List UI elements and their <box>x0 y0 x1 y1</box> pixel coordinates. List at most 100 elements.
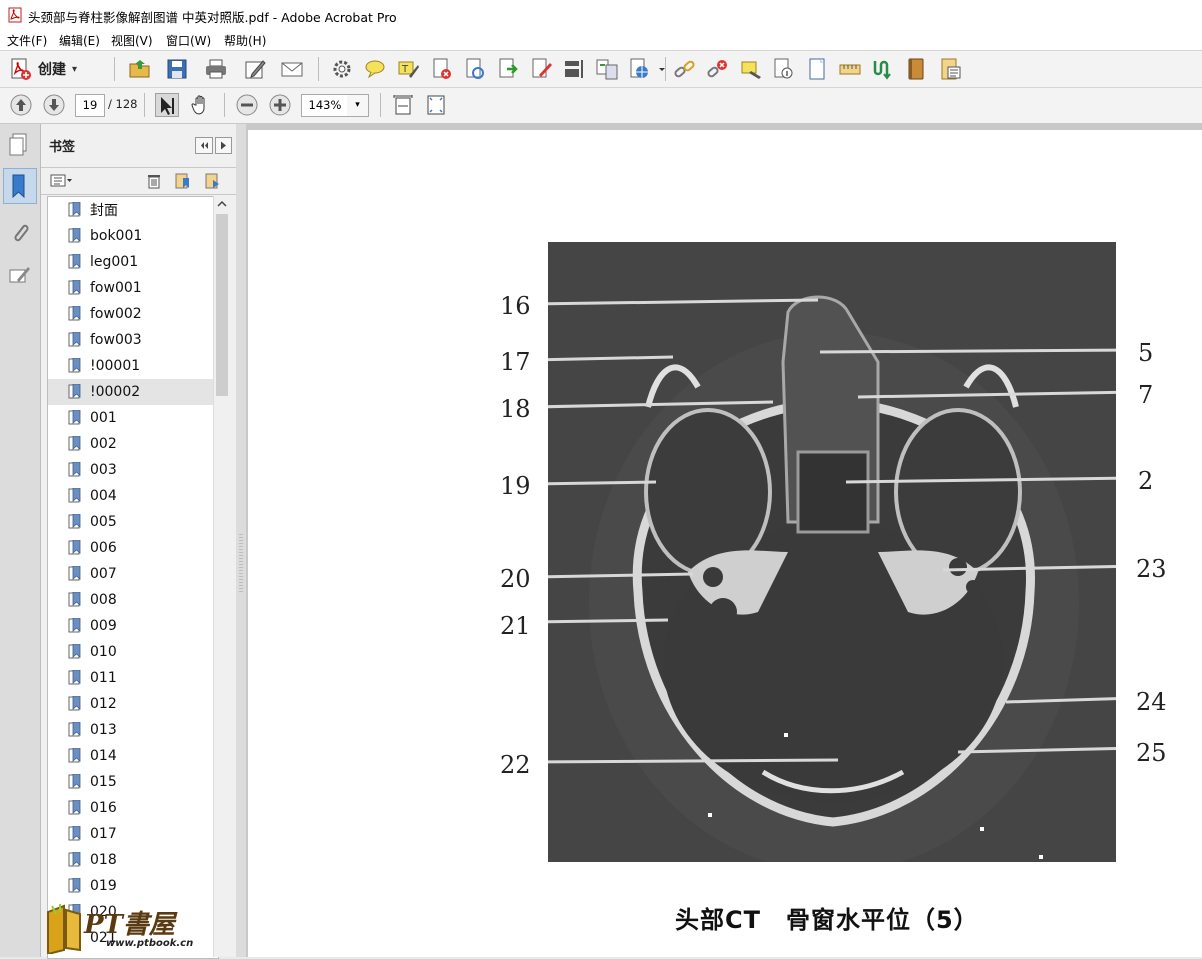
menu-window[interactable]: 窗口(W) <box>166 32 211 49</box>
select-tool-icon[interactable] <box>155 93 179 117</box>
chevron-down-icon[interactable] <box>650 57 665 81</box>
menu-file[interactable]: 文件(F) <box>7 32 47 49</box>
collapse-panel-icon[interactable] <box>195 137 213 154</box>
open-folder-icon[interactable] <box>128 57 152 81</box>
bookmark-item[interactable]: 016 <box>48 795 214 821</box>
bookmark-item[interactable]: fow002 <box>48 301 214 327</box>
bookmark-item[interactable]: 002 <box>48 431 214 457</box>
bookmark-label: fow003 <box>90 332 142 348</box>
ruler-icon[interactable] <box>838 57 862 81</box>
bookmark-item[interactable]: 011 <box>48 665 214 691</box>
link-icon[interactable] <box>673 57 697 81</box>
bookmark-item[interactable]: 005 <box>48 509 214 535</box>
document-view[interactable]: 16 17 18 19 20 21 22 5 7 2 23 24 25 头部CT… <box>246 124 1202 957</box>
bookmark-icon <box>68 748 81 763</box>
info-icon[interactable] <box>772 57 796 81</box>
previous-page-icon[interactable] <box>9 93 33 117</box>
email-icon[interactable] <box>280 57 304 81</box>
menu-view[interactable]: 视图(V) <box>111 32 153 49</box>
web-icon[interactable] <box>628 57 652 81</box>
expand-bookmark-icon[interactable] <box>204 172 222 190</box>
attachments-icon[interactable] <box>8 220 32 246</box>
bookmark-item[interactable]: leg001 <box>48 249 214 275</box>
scrollbar-thumb[interactable] <box>216 214 228 396</box>
menu-edit[interactable]: 编辑(E) <box>59 32 100 49</box>
bookmark-item[interactable]: 001 <box>48 405 214 431</box>
form-icon[interactable] <box>938 57 962 81</box>
settings-icon[interactable] <box>330 57 354 81</box>
comment-icon[interactable] <box>363 57 387 81</box>
bookmark-icon <box>68 644 81 659</box>
compare-icon[interactable] <box>595 57 619 81</box>
bookmark-item[interactable]: !00001 <box>48 353 214 379</box>
edit-icon[interactable] <box>243 57 267 81</box>
new-bookmark-icon[interactable] <box>174 172 192 190</box>
menu-help[interactable]: 帮助(H) <box>224 32 266 49</box>
bookmark-item[interactable]: 006 <box>48 535 214 561</box>
bookmark-label: 006 <box>90 540 117 556</box>
page-thumbnails-icon[interactable] <box>7 132 31 158</box>
scroll-up-icon[interactable] <box>214 196 230 212</box>
zoom-dropdown-button[interactable]: ▾ <box>347 94 369 117</box>
bookmark-label: 012 <box>90 696 117 712</box>
options-icon[interactable] <box>50 173 74 189</box>
page-icon[interactable] <box>805 57 829 81</box>
panel-options-arrow-icon[interactable] <box>215 137 232 154</box>
bookmark-label: 016 <box>90 800 117 816</box>
bookmark-item[interactable]: 019 <box>48 873 214 899</box>
highlight-icon[interactable]: T <box>396 57 420 81</box>
figure-caption: 头部CT 骨窗水平位（5） <box>675 906 979 934</box>
bookmark-label: 018 <box>90 852 117 868</box>
bookmark-item[interactable]: 009 <box>48 613 214 639</box>
refresh-icon[interactable] <box>463 57 487 81</box>
bookmark-icon <box>68 462 81 477</box>
bookmark-item[interactable]: 008 <box>48 587 214 613</box>
export-icon[interactable] <box>496 57 520 81</box>
bookmarks-panel-icon[interactable] <box>3 168 37 204</box>
bookmark-item[interactable]: 013 <box>48 717 214 743</box>
align-icon[interactable] <box>562 57 586 81</box>
bookmark-item[interactable]: fow001 <box>48 275 214 301</box>
next-page-icon[interactable] <box>42 93 66 117</box>
bookmark-scrollbar[interactable] <box>213 196 230 957</box>
bookmark-item[interactable]: bok001 <box>48 223 214 249</box>
bookmark-item[interactable]: 012 <box>48 691 214 717</box>
create-button[interactable]: 创建 ▾ <box>8 56 77 82</box>
bookmark-item[interactable]: fow003 <box>48 327 214 353</box>
bookmark-item[interactable]: 015 <box>48 769 214 795</box>
bookmark-item[interactable]: 003 <box>48 457 214 483</box>
hand-tool-icon[interactable] <box>189 93 213 117</box>
panel-splitter[interactable] <box>236 124 246 957</box>
bookmark-item[interactable]: 007 <box>48 561 214 587</box>
bookmark-item[interactable]: 封面 <box>48 197 214 223</box>
zoom-input[interactable]: 143% <box>301 94 349 117</box>
bookmark-item[interactable]: !00002 <box>48 379 214 405</box>
bookmark-item[interactable]: 014 <box>48 743 214 769</box>
zoom-out-icon[interactable] <box>235 93 259 117</box>
create-label: 创建 <box>38 62 66 78</box>
unlink-icon[interactable] <box>706 57 730 81</box>
trash-icon[interactable] <box>145 172 163 190</box>
watermark-logo-icon <box>47 904 81 954</box>
zoom-in-icon[interactable] <box>268 93 292 117</box>
bookmark-item[interactable]: 004 <box>48 483 214 509</box>
edit-text-icon[interactable] <box>529 57 553 81</box>
bookmark-icon <box>68 228 81 243</box>
save-icon[interactable] <box>165 57 189 81</box>
bookmark-item[interactable]: 010 <box>48 639 214 665</box>
watermark-url: www.ptbook.cn <box>106 938 194 949</box>
delete-icon[interactable] <box>430 57 454 81</box>
fit-width-icon[interactable] <box>391 93 415 117</box>
tool-icon[interactable] <box>871 57 895 81</box>
stamp-icon[interactable] <box>739 57 763 81</box>
toolbar-divider <box>114 57 115 81</box>
print-icon[interactable] <box>204 57 228 81</box>
signatures-icon[interactable] <box>7 262 31 288</box>
page-number-input[interactable]: 19 <box>75 94 105 117</box>
fit-page-icon[interactable] <box>424 93 448 117</box>
bookmark-icon <box>68 436 81 451</box>
bookmark-item[interactable]: 018 <box>48 847 214 873</box>
bookmark-item[interactable]: 017 <box>48 821 214 847</box>
book-icon[interactable] <box>904 57 928 81</box>
bookmark-label: bok001 <box>90 228 143 244</box>
